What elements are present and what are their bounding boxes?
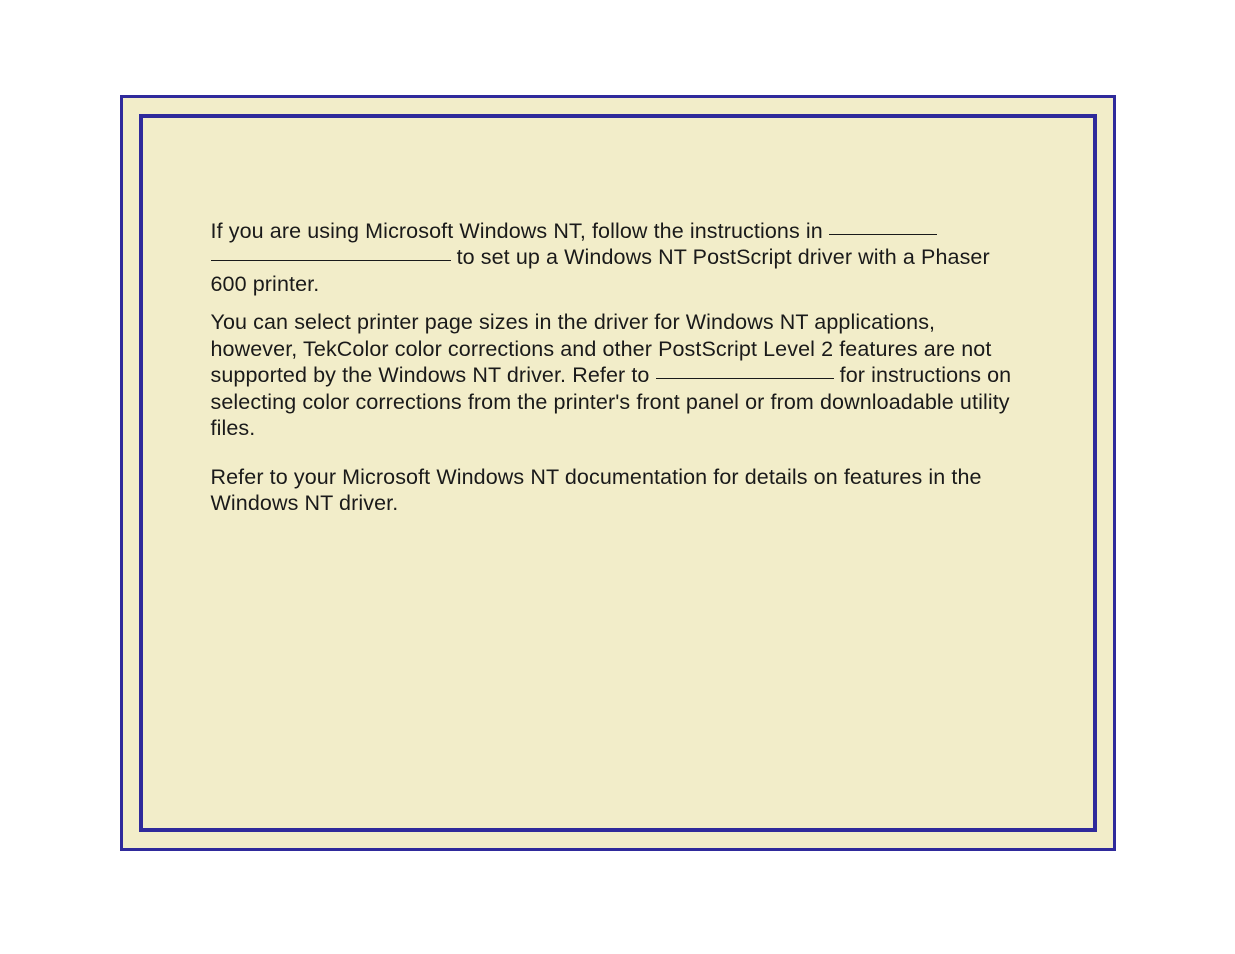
- document-content: If you are using Microsoft Windows NT, f…: [211, 218, 1025, 516]
- paragraph-1-text-b: to set up a Windows NT PostScript driver…: [211, 245, 990, 295]
- paragraph-1-text-a: If you are using Microsoft Windows NT, f…: [211, 219, 829, 243]
- inner-frame: If you are using Microsoft Windows NT, f…: [139, 114, 1097, 832]
- blank-field-2: [211, 260, 451, 261]
- blank-field-3: [656, 378, 834, 379]
- paragraph-3: Refer to your Microsoft Windows NT docum…: [211, 464, 1025, 517]
- outer-frame: If you are using Microsoft Windows NT, f…: [120, 95, 1116, 851]
- blank-field-1: [829, 234, 937, 235]
- paragraph-2: You can select printer page sizes in the…: [211, 309, 1025, 441]
- paragraph-3-text: Refer to your Microsoft Windows NT docum…: [211, 465, 982, 515]
- paragraph-1: If you are using Microsoft Windows NT, f…: [211, 218, 1025, 297]
